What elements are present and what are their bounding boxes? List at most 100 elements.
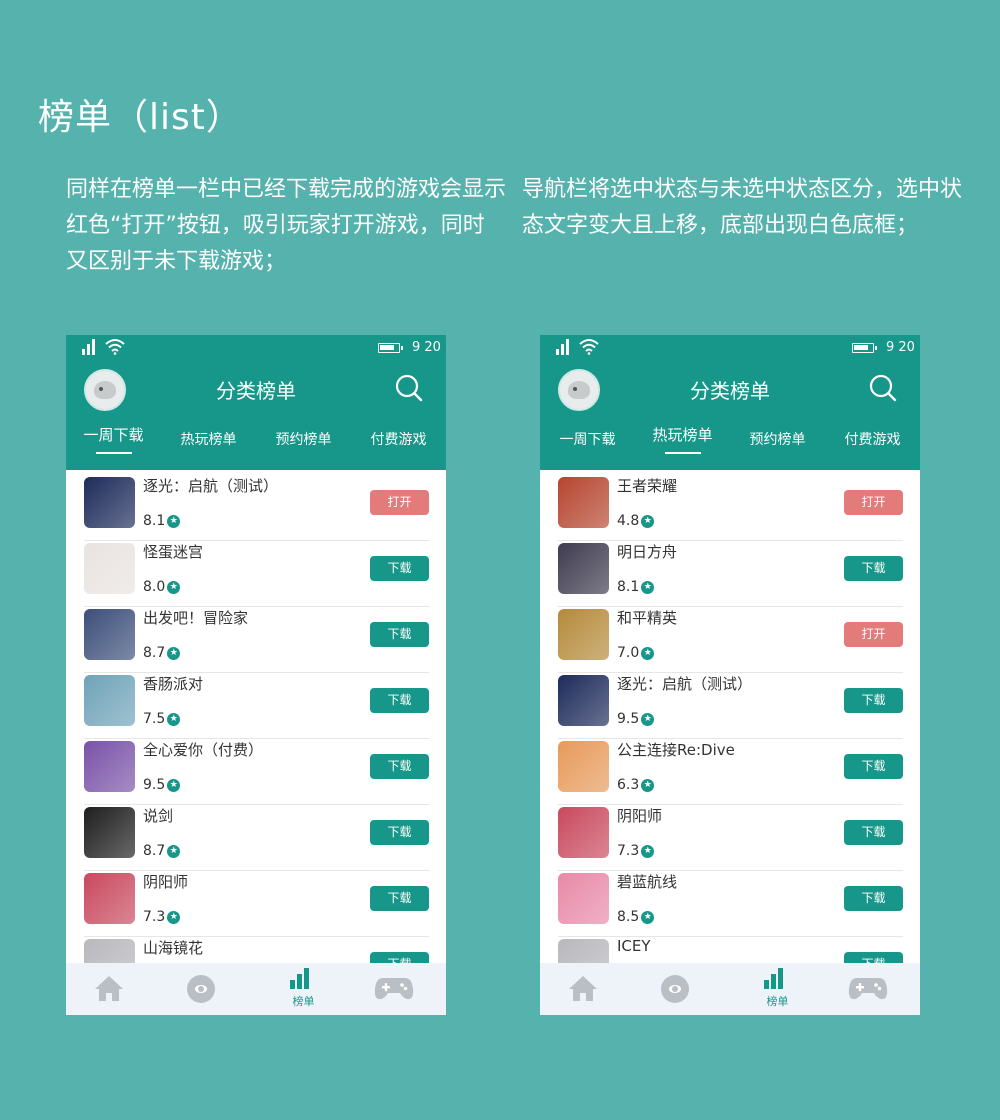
star-icon: ★ bbox=[641, 778, 655, 792]
star-icon: ★ bbox=[167, 712, 181, 726]
tab-2[interactable]: 预约榜单 bbox=[256, 421, 351, 461]
game-list[interactable]: 逐光：启航（测试） 8.1 ★ 打开 怪蛋迷宫 8.0 ★ 下载 出发吧！冒险家 8.7 ★ 下载 香肠… bbox=[84, 475, 429, 963]
download-button[interactable]: 下载 bbox=[844, 820, 903, 845]
game-rating: 6.3 ★ bbox=[617, 777, 655, 793]
star-icon: ★ bbox=[167, 580, 181, 594]
game-icon[interactable] bbox=[558, 807, 609, 858]
download-button[interactable]: 下载 bbox=[370, 622, 429, 647]
game-icon[interactable] bbox=[84, 675, 135, 726]
tab-0[interactable]: 一周下载 bbox=[540, 421, 635, 461]
list-item[interactable]: 怪蛋迷宫 8.0 ★ 下载 bbox=[84, 541, 429, 607]
game-icon[interactable] bbox=[558, 477, 609, 528]
game-icon[interactable] bbox=[84, 609, 135, 660]
download-button[interactable]: 下载 bbox=[844, 886, 903, 911]
list-item[interactable]: 阴阳师 7.3 ★ 下载 bbox=[84, 871, 429, 937]
tab-3[interactable]: 付费游戏 bbox=[351, 421, 446, 461]
tab-2[interactable]: 预约榜单 bbox=[730, 421, 825, 461]
download-button[interactable]: 下载 bbox=[370, 688, 429, 713]
download-button[interactable]: 下载 bbox=[370, 556, 429, 581]
status-time: 9 20 bbox=[886, 340, 915, 355]
tab-1[interactable]: 热玩榜单 bbox=[161, 421, 256, 461]
search-icon[interactable] bbox=[868, 373, 898, 403]
download-button[interactable]: 下载 bbox=[844, 688, 903, 713]
list-item[interactable]: 全心爱你（付费） 9.5 ★ 下载 bbox=[84, 739, 429, 805]
nav-discover[interactable] bbox=[161, 963, 256, 1015]
game-icon[interactable] bbox=[84, 807, 135, 858]
download-button[interactable]: 下载 bbox=[370, 754, 429, 779]
game-name: 山海镜花 bbox=[143, 939, 204, 957]
gamepad-icon bbox=[848, 978, 888, 1000]
download-button[interactable]: 下载 bbox=[844, 556, 903, 581]
app-header: 9 20 分类榜单 一周下载 热玩榜单 预约榜单 付费游戏 bbox=[66, 335, 446, 470]
bottom-nav: 榜单 bbox=[66, 963, 446, 1015]
list-item[interactable]: 阴阳师 7.3 ★ 下载 bbox=[558, 805, 903, 871]
game-name: 怪蛋迷宫 bbox=[143, 543, 204, 561]
game-rating: 7.0 ★ bbox=[617, 645, 655, 661]
star-icon: ★ bbox=[641, 844, 655, 858]
tab-0[interactable]: 一周下载 bbox=[66, 421, 161, 461]
download-button[interactable]: 下载 bbox=[370, 820, 429, 845]
list-item[interactable]: 王者荣耀 4.8 ★ 打开 bbox=[558, 475, 903, 541]
game-icon[interactable] bbox=[558, 873, 609, 924]
game-name: 公主连接Re:Dive bbox=[617, 741, 735, 759]
bar-chart-icon bbox=[290, 967, 314, 989]
game-icon[interactable] bbox=[84, 543, 135, 594]
download-button[interactable]: 下载 bbox=[844, 952, 903, 963]
eye-icon bbox=[661, 975, 689, 1003]
rating-value: 6.3 bbox=[617, 777, 640, 793]
game-rating: 7.3 ★ bbox=[617, 843, 655, 859]
list-item[interactable]: 逐光：启航（测试） 9.5 ★ 下载 bbox=[558, 673, 903, 739]
game-icon[interactable] bbox=[558, 675, 609, 726]
game-rating: 7.5 ★ bbox=[143, 711, 181, 727]
game-name: 阴阳师 bbox=[617, 807, 663, 825]
list-item[interactable]: 明日方舟 8.1 ★ 下载 bbox=[558, 541, 903, 607]
list-item[interactable]: ICEY 下载 bbox=[558, 937, 903, 963]
list-item[interactable]: 山海镜花下载 bbox=[84, 937, 429, 963]
rating-value: 8.7 bbox=[143, 645, 166, 661]
eye-icon bbox=[187, 975, 215, 1003]
nav-games[interactable] bbox=[351, 963, 446, 1015]
open-button[interactable]: 打开 bbox=[370, 490, 429, 515]
game-icon[interactable] bbox=[558, 543, 609, 594]
star-icon: ★ bbox=[641, 514, 655, 528]
game-name: 香肠派对 bbox=[143, 675, 204, 693]
list-item[interactable]: 公主连接Re:Dive 6.3 ★ 下载 bbox=[558, 739, 903, 805]
list-item[interactable]: 和平精英 7.0 ★ 打开 bbox=[558, 607, 903, 673]
list-item[interactable]: 逐光：启航（测试） 8.1 ★ 打开 bbox=[84, 475, 429, 541]
game-icon[interactable] bbox=[84, 873, 135, 924]
list-item[interactable]: 出发吧！冒险家 8.7 ★ 下载 bbox=[84, 607, 429, 673]
list-item[interactable]: 香肠派对 7.5 ★ 下载 bbox=[84, 673, 429, 739]
nav-rankings[interactable]: 榜单 bbox=[730, 963, 825, 1015]
search-icon[interactable] bbox=[394, 373, 424, 403]
download-button[interactable]: 下载 bbox=[370, 952, 429, 963]
home-icon bbox=[95, 976, 123, 1001]
game-rating: 8.1 ★ bbox=[617, 579, 655, 595]
list-item[interactable]: 碧蓝航线 8.5 ★ 下载 bbox=[558, 871, 903, 937]
game-name: 和平精英 bbox=[617, 609, 678, 627]
rating-value: 7.3 bbox=[143, 909, 166, 925]
nav-rankings-label: 榜单 bbox=[292, 995, 315, 1008]
header-title: 分类榜单 bbox=[690, 379, 770, 403]
nav-games[interactable] bbox=[825, 963, 920, 1015]
tab-3[interactable]: 付费游戏 bbox=[825, 421, 920, 461]
game-list[interactable]: 王者荣耀 4.8 ★ 打开 明日方舟 8.1 ★ 下载 和平精英 7.0 ★ 打开 逐光：启航（测试） 9… bbox=[558, 475, 903, 963]
open-button[interactable]: 打开 bbox=[844, 490, 903, 515]
gamepad-icon bbox=[374, 978, 414, 1000]
nav-rankings[interactable]: 榜单 bbox=[256, 963, 351, 1015]
nav-discover[interactable] bbox=[635, 963, 730, 1015]
rating-value: 9.5 bbox=[143, 777, 166, 793]
game-icon[interactable] bbox=[558, 609, 609, 660]
game-icon[interactable] bbox=[558, 939, 609, 963]
download-button[interactable]: 下载 bbox=[370, 886, 429, 911]
nav-home[interactable] bbox=[540, 963, 635, 1015]
phone-mockup-2: 9 20 分类榜单 一周下载 热玩榜单 预约榜单 付费游戏 王者荣耀 4.8 ★ 打开 明日方… bbox=[540, 335, 920, 1015]
download-button[interactable]: 下载 bbox=[844, 754, 903, 779]
game-icon[interactable] bbox=[84, 939, 135, 963]
open-button[interactable]: 打开 bbox=[844, 622, 903, 647]
nav-home[interactable] bbox=[66, 963, 161, 1015]
game-icon[interactable] bbox=[84, 477, 135, 528]
game-icon[interactable] bbox=[558, 741, 609, 792]
tab-1[interactable]: 热玩榜单 bbox=[635, 421, 730, 461]
game-icon[interactable] bbox=[84, 741, 135, 792]
list-item[interactable]: 说剑 8.7 ★ 下载 bbox=[84, 805, 429, 871]
